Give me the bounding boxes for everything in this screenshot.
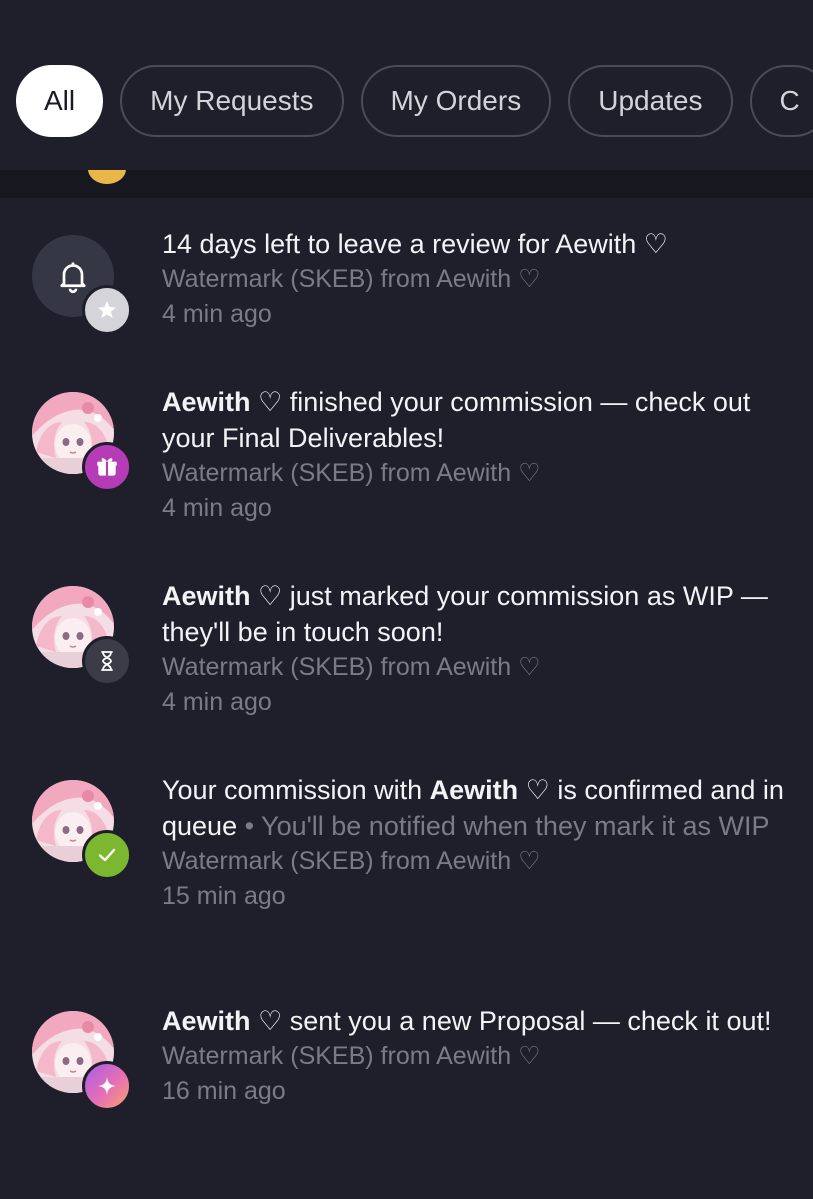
notification-title: Aewith ♡ just marked your commission as … — [162, 578, 787, 650]
tab-all[interactable]: All — [16, 65, 104, 137]
notification-time: 4 min ago — [162, 300, 272, 328]
sender-name: Aewith ♡ — [162, 581, 283, 611]
notification-time: 16 min ago — [162, 1077, 286, 1105]
header: All My Requests My Orders Updates C — [0, 0, 813, 170]
notification-hint: • You'll be notified when they mark it a… — [237, 811, 770, 841]
list-separator — [0, 170, 813, 198]
sender-name: Aewith ♡ — [429, 775, 550, 805]
tab-updates[interactable]: Updates — [568, 65, 733, 137]
sparkle-icon — [98, 1077, 116, 1095]
hourglass-icon — [101, 651, 113, 671]
wip-badge — [82, 636, 132, 686]
notification-title: Your commission with Aewith ♡ is confirm… — [162, 772, 787, 844]
list-item[interactable]: Aewith ♡ sent you a new Proposal — check… — [0, 1003, 813, 1153]
tab-partial[interactable]: C — [749, 65, 813, 137]
notification-source: Watermark (SKEB) from Aewith ♡ — [162, 265, 541, 293]
header-title-fragment — [320, 0, 510, 6]
list-item[interactable]: Your commission with Aewith ♡ is confirm… — [0, 772, 813, 958]
notification-source: Watermark (SKEB) from Aewith ♡ — [162, 653, 541, 681]
tab-my-requests[interactable]: My Requests — [120, 65, 344, 137]
notification-time: 15 min ago — [162, 882, 286, 910]
previous-item-avatar-peek — [88, 170, 126, 184]
notification-message: sent you a new Proposal — check it out! — [282, 1006, 772, 1036]
proposal-badge — [82, 1061, 132, 1111]
notification-title: Aewith ♡ finished your commission — chec… — [162, 384, 787, 456]
tab-my-orders[interactable]: My Orders — [360, 65, 552, 137]
notification-source: Watermark (SKEB) from Aewith ♡ — [162, 1042, 541, 1070]
notification-time: 4 min ago — [162, 688, 272, 716]
sender-name: Aewith ♡ — [162, 1006, 283, 1036]
review-badge — [82, 285, 132, 335]
list-item[interactable]: Aewith ♡ just marked your commission as … — [0, 578, 813, 728]
notification-message-prefix: Your commission with — [162, 775, 430, 805]
notification-time: 4 min ago — [162, 494, 272, 522]
delivery-badge — [82, 442, 132, 492]
confirmed-badge — [82, 830, 132, 880]
notification-source: Watermark (SKEB) from Aewith ♡ — [162, 847, 541, 875]
notification-source: Watermark (SKEB) from Aewith ♡ — [162, 459, 541, 487]
sender-name: Aewith ♡ — [162, 387, 283, 417]
bell-icon — [60, 262, 86, 294]
filter-tabs: All My Requests My Orders Updates C — [16, 65, 813, 137]
gift-icon — [97, 458, 117, 476]
checkmark-icon — [98, 848, 116, 862]
close-icon[interactable] — [40, 0, 80, 6]
notification-title: Aewith ♡ sent you a new Proposal — check… — [162, 1003, 787, 1039]
list-item[interactable]: 14 days left to leave a review for Aewit… — [0, 226, 813, 356]
star-icon — [98, 301, 116, 318]
notification-title: 14 days left to leave a review for Aewit… — [162, 229, 668, 259]
list-item[interactable]: Aewith ♡ finished your commission — chec… — [0, 384, 813, 534]
